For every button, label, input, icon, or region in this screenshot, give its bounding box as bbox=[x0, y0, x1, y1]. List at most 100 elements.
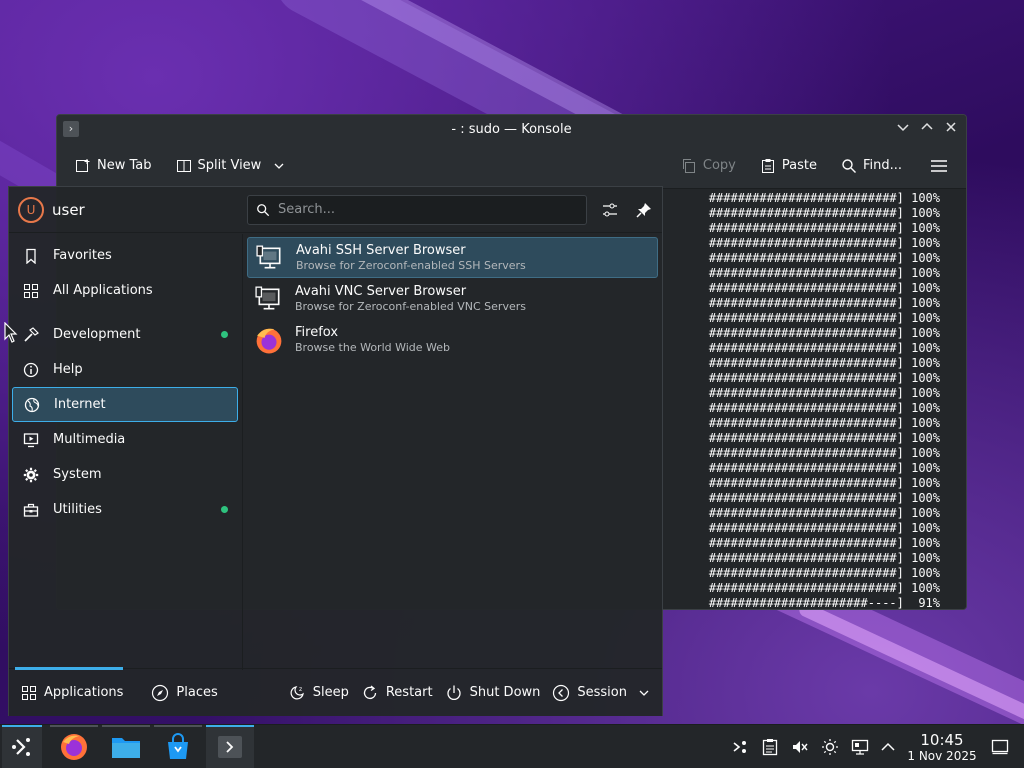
taskbar-konsole[interactable] bbox=[206, 725, 254, 768]
tray-network[interactable] bbox=[850, 737, 870, 757]
power-icon bbox=[446, 685, 461, 700]
chevron-down-icon bbox=[639, 690, 649, 696]
app-name: Avahi SSH Server Browser bbox=[296, 242, 466, 258]
minimize-button[interactable] bbox=[896, 119, 910, 139]
app-name: Avahi VNC Server Browser bbox=[295, 283, 467, 299]
session-icon bbox=[553, 684, 570, 701]
restart-button[interactable]: Restart bbox=[355, 678, 439, 708]
sidebar-item-label: Development bbox=[53, 327, 141, 342]
terminal-line: ##########################] 100% bbox=[708, 281, 940, 295]
network-computer-icon bbox=[256, 245, 281, 268]
close-button[interactable] bbox=[944, 119, 958, 139]
terminal-line: ##########################] 100% bbox=[708, 431, 940, 445]
kde-connect-icon bbox=[733, 741, 746, 753]
search-box[interactable] bbox=[247, 194, 587, 225]
new-tab-button[interactable]: New Tab bbox=[71, 151, 156, 181]
show-desktop-button[interactable] bbox=[990, 737, 1010, 757]
shut-down-button[interactable]: Shut Down bbox=[439, 678, 547, 708]
sidebar-item-internet[interactable]: Internet bbox=[12, 387, 238, 422]
konsole-titlebar[interactable]: › - : sudo — Konsole bbox=[57, 115, 966, 143]
launcher-icon bbox=[12, 738, 30, 756]
terminal-line: ##########################] 100% bbox=[708, 416, 940, 430]
sidebar-item-label: All Applications bbox=[53, 283, 153, 298]
find-button[interactable]: Find... bbox=[837, 151, 906, 181]
session-label: Session bbox=[577, 685, 627, 700]
sidebar-item-label: Favorites bbox=[53, 248, 112, 263]
tray-clipboard[interactable] bbox=[760, 737, 780, 757]
session-button[interactable]: Session bbox=[546, 678, 656, 708]
terminal-line: ##########################] 100% bbox=[708, 206, 940, 220]
chevron-down-icon bbox=[897, 124, 909, 132]
sidebar-item-label: Multimedia bbox=[53, 432, 126, 447]
split-view-button[interactable]: Split View bbox=[172, 151, 290, 181]
new-tab-label: New Tab bbox=[97, 158, 152, 173]
volume-muted-icon bbox=[793, 741, 808, 753]
taskbar-dolphin[interactable] bbox=[102, 725, 150, 768]
sleep-icon: z bbox=[290, 686, 304, 699]
tab-applications[interactable]: Applications bbox=[15, 678, 129, 708]
category-sidebar: Favorites All Applications Development Help… bbox=[9, 234, 243, 670]
sidebar-item-favorites[interactable]: Favorites bbox=[12, 238, 238, 273]
tray-expand[interactable] bbox=[878, 737, 898, 757]
new-apps-indicator bbox=[221, 331, 228, 338]
monitor-play-icon bbox=[23, 432, 39, 447]
sidebar-item-help[interactable]: Help bbox=[12, 352, 238, 387]
tray-volume[interactable] bbox=[790, 737, 810, 757]
search-input[interactable] bbox=[278, 202, 568, 217]
app-item[interactable]: Avahi SSH Server Browser Browse for Zeroc… bbox=[247, 237, 658, 278]
close-icon bbox=[946, 122, 956, 132]
taskbar: 10:45 1 Nov 2025 bbox=[0, 724, 1024, 768]
compass-icon bbox=[152, 684, 169, 701]
clock-date: 1 Nov 2025 bbox=[907, 749, 977, 763]
tray-brightness[interactable] bbox=[820, 737, 840, 757]
tab-applications-label: Applications bbox=[44, 685, 124, 700]
sidebar-item-label: Internet bbox=[54, 397, 106, 412]
copy-button[interactable]: Copy bbox=[677, 151, 740, 181]
sidebar-item-system[interactable]: System bbox=[12, 457, 238, 492]
sidebar-item-label: Help bbox=[53, 362, 83, 377]
terminal-line: ##########################] 100% bbox=[708, 566, 940, 580]
terminal-line: ##########################] 100% bbox=[708, 236, 940, 250]
toolbox-icon bbox=[23, 503, 39, 517]
sidebar-item-utilities[interactable]: Utilities bbox=[12, 492, 238, 527]
terminal-line: ##########################] 100% bbox=[708, 191, 940, 205]
tray-kdeconnect[interactable] bbox=[730, 737, 750, 757]
sidebar-item-all-applications[interactable]: All Applications bbox=[12, 273, 238, 308]
sidebar-item-multimedia[interactable]: Multimedia bbox=[12, 422, 238, 457]
mouse-cursor-icon bbox=[4, 322, 18, 343]
info-icon bbox=[23, 362, 39, 377]
chevron-up-icon bbox=[881, 742, 895, 751]
taskbar-discover[interactable] bbox=[154, 725, 202, 768]
terminal-line: ##########################] 100% bbox=[708, 326, 940, 340]
window-title: - : sudo — Konsole bbox=[451, 121, 572, 137]
application-launcher-button[interactable] bbox=[2, 725, 42, 768]
pin-button[interactable] bbox=[629, 195, 659, 225]
sleep-button[interactable]: z Sleep bbox=[282, 678, 355, 708]
digital-clock[interactable]: 10:45 1 Nov 2025 bbox=[904, 731, 980, 764]
app-item[interactable]: Avahi VNC Server Browser Browse for Zeroc… bbox=[247, 278, 658, 319]
user-area[interactable]: U user bbox=[9, 196, 243, 223]
tab-places[interactable]: Places bbox=[145, 678, 223, 708]
avatar[interactable]: U bbox=[18, 196, 44, 223]
restart-label: Restart bbox=[385, 685, 433, 700]
store-bag-icon bbox=[168, 733, 188, 759]
chevron-down-icon bbox=[274, 163, 284, 169]
configure-button[interactable] bbox=[595, 195, 625, 225]
taskbar-firefox[interactable] bbox=[50, 725, 98, 768]
folder-icon bbox=[112, 738, 140, 758]
terminal-line: ##########################] 100% bbox=[708, 476, 940, 490]
app-description: Browse for Zeroconf-enabled VNC Servers bbox=[295, 299, 526, 313]
launcher-footer: Applications Places z Sleep Restart Shut… bbox=[9, 667, 662, 716]
copy-label: Copy bbox=[702, 158, 736, 173]
paste-button[interactable]: Paste bbox=[756, 151, 821, 181]
hamburger-menu-button[interactable] bbox=[926, 151, 952, 181]
clipboard-icon bbox=[762, 739, 778, 756]
maximize-button[interactable] bbox=[920, 119, 934, 139]
clock-time: 10:45 bbox=[920, 731, 964, 749]
network-wired-icon bbox=[851, 739, 869, 755]
app-item[interactable]: Firefox Browse the World Wide Web bbox=[247, 319, 658, 360]
konsole-app-icon[interactable]: › bbox=[63, 121, 79, 137]
search-icon bbox=[257, 203, 270, 216]
shut-down-label: Shut Down bbox=[469, 685, 541, 700]
sidebar-item-development[interactable]: Development bbox=[12, 317, 238, 352]
